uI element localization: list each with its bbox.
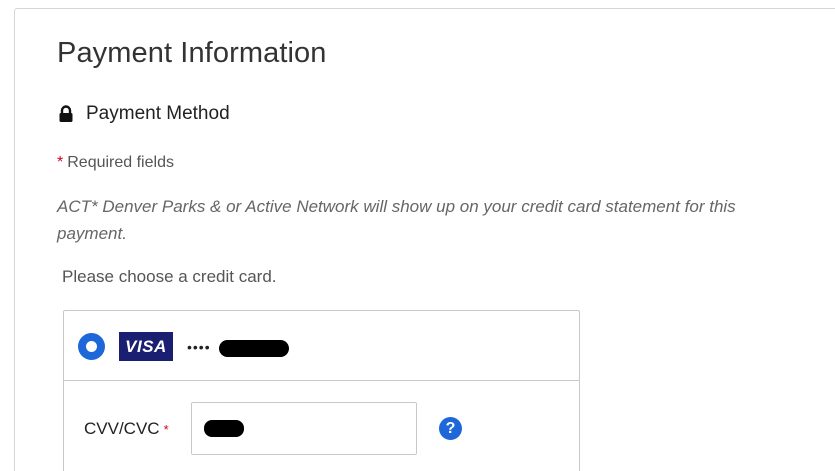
page-title: Payment Information: [57, 37, 327, 69]
required-star: *: [57, 154, 64, 171]
saved-card-option[interactable]: VISA ••••: [64, 311, 579, 381]
redacted-cvv-value: [204, 420, 244, 437]
payment-method-heading: Payment Method: [58, 103, 230, 125]
redacted-card-digits: [219, 340, 289, 357]
credit-card-selector: VISA •••• CVV/CVC * ?: [63, 310, 580, 471]
card-radio-button[interactable]: [78, 333, 105, 360]
masked-card-number: ••••: [187, 339, 211, 355]
cvv-label-text: CVV/CVC: [84, 419, 160, 438]
cvv-label: CVV/CVC *: [84, 419, 169, 439]
payment-method-label: Payment Method: [86, 103, 230, 124]
cvv-required-star: *: [163, 422, 169, 437]
payment-panel: Payment Information Payment Method * Requ…: [14, 8, 835, 471]
visa-card-icon: VISA: [119, 332, 173, 361]
statement-notice: ACT* Denver Parks & or Active Network wi…: [57, 197, 736, 243]
cvv-input[interactable]: [191, 402, 417, 455]
lock-icon: [58, 105, 74, 123]
radio-selected-dot: [86, 341, 97, 352]
question-help-icon[interactable]: ?: [439, 417, 462, 440]
choose-card-prompt: Please choose a credit card.: [62, 267, 277, 286]
required-fields-text: Required fields: [67, 154, 174, 171]
required-fields-note: * Required fields: [57, 154, 174, 172]
